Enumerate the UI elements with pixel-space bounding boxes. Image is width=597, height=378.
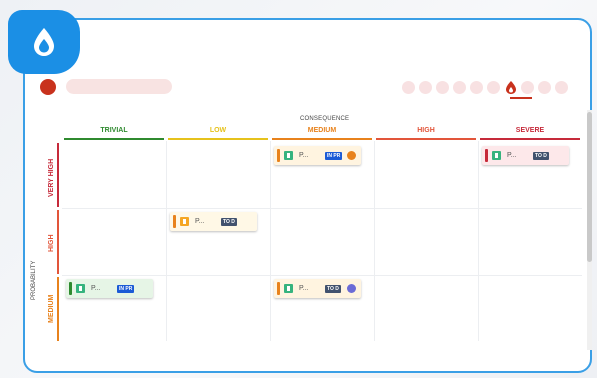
scrollbar-thumb[interactable] <box>587 112 592 262</box>
card-title: P... <box>299 152 309 159</box>
grid-column-divider <box>374 141 375 341</box>
risk-card-high-low[interactable]: P... TO D <box>170 212 257 231</box>
nav-circle-3[interactable] <box>453 81 466 94</box>
nav-circle-0[interactable] <box>402 81 415 94</box>
status-badge: TO D <box>533 151 549 160</box>
app-window <box>23 18 592 373</box>
risk-card-medium-medium[interactable]: P... TO D <box>274 279 361 298</box>
bulb-icon <box>180 217 189 226</box>
card-title: P... <box>299 285 309 292</box>
card-title: P... <box>91 285 101 292</box>
nav-circle-8[interactable] <box>538 81 551 94</box>
status-badge: TO D <box>325 284 341 293</box>
column-header-high: HIGH <box>376 127 476 140</box>
row-header-label: MEDIUM <box>48 295 55 324</box>
card-priority-stripe <box>277 149 280 162</box>
column-header-low: LOW <box>168 127 268 140</box>
avatar-icon[interactable] <box>347 284 356 293</box>
card-title: P... <box>507 152 517 159</box>
flame-icon[interactable] <box>503 79 519 95</box>
column-header-medium: MEDIUM <box>272 127 372 140</box>
card-priority-stripe <box>277 282 280 295</box>
bookmark-icon <box>284 284 293 293</box>
status-badge: TO D <box>221 217 237 226</box>
probability-axis-label: PROBABILITY <box>31 260 37 300</box>
nav-circle-1[interactable] <box>419 81 432 94</box>
nav-circle-7[interactable] <box>521 81 534 94</box>
nav-active-underline <box>510 97 532 99</box>
status-badge: IN PR <box>117 284 135 293</box>
row-header-label: VERY HIGH <box>48 158 55 197</box>
consequence-axis-label: CONSEQUENCE <box>300 116 350 122</box>
card-title: P... <box>195 218 205 225</box>
nav-circle-9[interactable] <box>555 81 568 94</box>
grid-column-divider <box>166 141 167 341</box>
project-avatar[interactable] <box>40 79 56 95</box>
grid-column-divider <box>270 141 271 341</box>
row-header-high: HIGH <box>46 210 59 274</box>
avatar-icon[interactable] <box>347 151 356 160</box>
risk-card-very-high-medium[interactable]: P... IN PR <box>274 146 361 165</box>
card-priority-stripe <box>485 149 488 162</box>
nav-circle-4[interactable] <box>470 81 483 94</box>
column-header-severe: SEVERE <box>480 127 580 140</box>
grid-row-divider <box>62 275 582 276</box>
app-logo-badge[interactable] <box>8 10 80 74</box>
grid-column-divider <box>478 141 479 341</box>
risk-card-medium-trivial[interactable]: P... IN PR <box>66 279 153 298</box>
flame-drop-logo-icon <box>34 28 54 56</box>
bookmark-icon <box>284 151 293 160</box>
nav-circle-2[interactable] <box>436 81 449 94</box>
status-badge: IN PR <box>325 151 343 160</box>
column-header-trivial: TRIVIAL <box>64 127 164 140</box>
bookmark-icon <box>492 151 501 160</box>
grid-row-divider <box>62 208 582 209</box>
search-input[interactable] <box>66 79 172 94</box>
bookmark-icon <box>76 284 85 293</box>
risk-card-very-high-severe[interactable]: P... TO D <box>482 146 569 165</box>
card-priority-stripe <box>69 282 72 295</box>
card-priority-stripe <box>173 215 176 228</box>
nav-circle-5[interactable] <box>487 81 500 94</box>
row-header-medium: MEDIUM <box>46 277 59 341</box>
row-header-very-high: VERY HIGH <box>46 143 59 207</box>
row-header-label: HIGH <box>48 234 55 252</box>
